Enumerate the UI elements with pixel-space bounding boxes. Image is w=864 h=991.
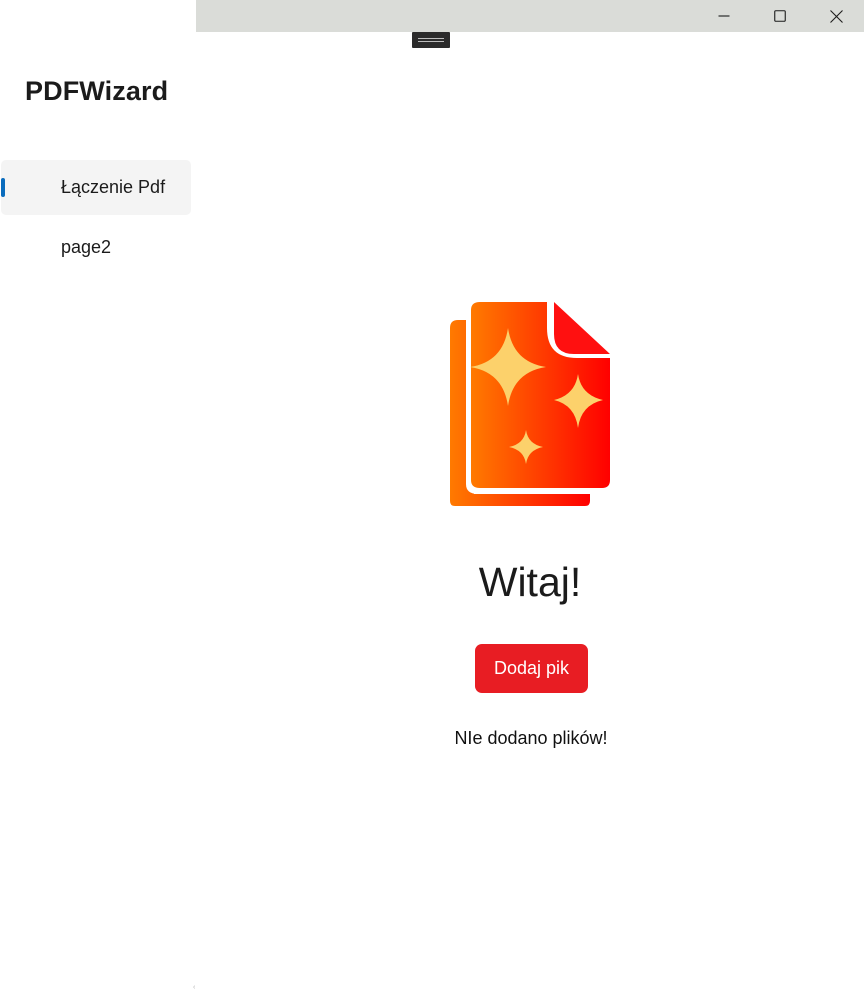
selection-indicator [1,178,5,197]
main-content: Witaj! Dodaj pik NIe dodano plików! [196,32,864,990]
minimize-button[interactable] [696,0,752,32]
sidebar-item-label: Łączenie Pdf [61,177,166,197]
maximize-icon [774,10,786,22]
close-icon [829,9,843,23]
status-text: NIe dodano plików! [454,728,608,748]
add-file-button[interactable]: Dodaj pik [475,644,588,693]
title-bar[interactable] [196,0,864,32]
welcome-heading: Witaj! [478,559,582,605]
close-button[interactable] [808,0,864,32]
maximize-button[interactable] [752,0,808,32]
sidebar-item-label: page2 [61,237,112,257]
sidebar: PDFWizard Łączenie Pdf page2 ‹ [0,0,196,991]
sidebar-item-laczenie-pdf[interactable]: Łączenie Pdf [1,160,191,215]
pdf-wizard-logo-icon [450,298,614,506]
sidebar-item-page2[interactable]: page2 [1,220,191,275]
app-title: PDFWizard [25,76,169,106]
minimize-icon [718,15,730,17]
